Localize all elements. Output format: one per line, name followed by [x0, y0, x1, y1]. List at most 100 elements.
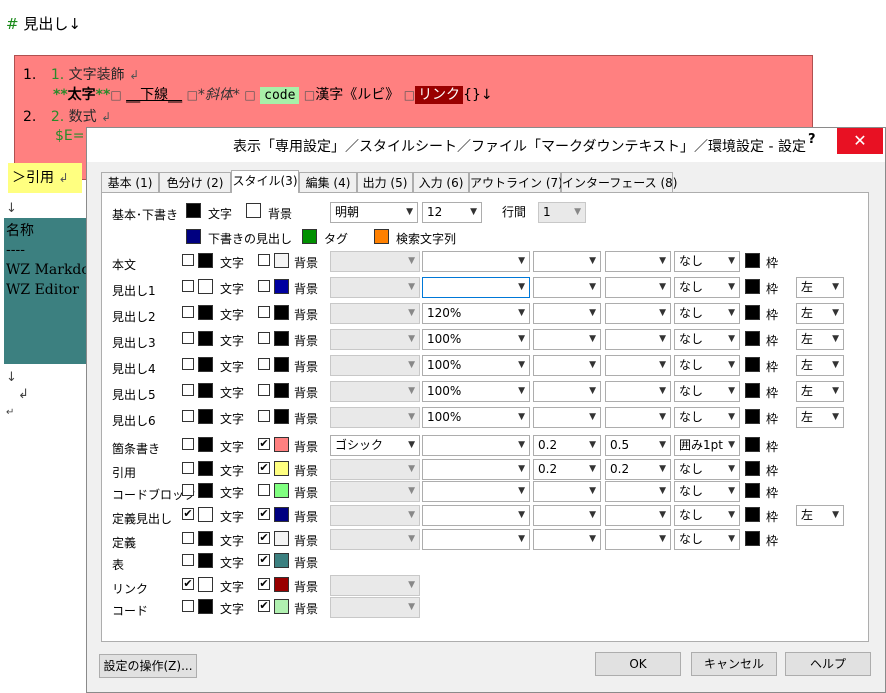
after-spacing-select[interactable]: ▼	[605, 277, 671, 298]
size-select[interactable]: 100% ▼	[422, 329, 530, 350]
after-spacing-select[interactable]: ▼	[605, 381, 671, 402]
frame-color-swatch[interactable]	[745, 531, 760, 546]
frame-color-swatch[interactable]	[745, 357, 760, 372]
tab-basic[interactable]: 基本 (1)	[101, 172, 159, 192]
after-spacing-select[interactable]: 0.2 ▼	[605, 459, 671, 480]
text-color-swatch[interactable]	[198, 531, 213, 546]
border-select[interactable]: なし ▼	[674, 407, 740, 428]
frame-color-swatch[interactable]	[745, 507, 760, 522]
text-enable-checkbox[interactable]	[182, 254, 194, 266]
base-size-select[interactable]: 12 ▼	[422, 202, 482, 223]
before-spacing-select[interactable]: ▼	[533, 481, 601, 502]
text-color-swatch[interactable]	[198, 279, 213, 294]
after-spacing-select[interactable]: ▼	[605, 251, 671, 272]
bg-color-swatch[interactable]	[274, 331, 289, 346]
bg-color-swatch[interactable]	[274, 553, 289, 568]
frame-color-swatch[interactable]	[745, 305, 760, 320]
align-select[interactable]: 左 ▼	[796, 381, 844, 402]
size-select[interactable]: 100% ▼	[422, 381, 530, 402]
bg-color-swatch[interactable]	[274, 577, 289, 592]
text-color-swatch[interactable]	[198, 461, 213, 476]
ok-button[interactable]: OK	[595, 652, 681, 676]
after-spacing-select[interactable]: ▼	[605, 529, 671, 550]
before-spacing-select[interactable]: ▼	[533, 329, 601, 350]
frame-color-swatch[interactable]	[745, 483, 760, 498]
after-spacing-select[interactable]: ▼	[605, 355, 671, 376]
text-enable-checkbox[interactable]	[182, 358, 194, 370]
frame-color-swatch[interactable]	[745, 383, 760, 398]
border-select[interactable]: なし ▼	[674, 529, 740, 550]
size-select[interactable]: ▼	[422, 481, 530, 502]
before-spacing-select[interactable]: ▼	[533, 381, 601, 402]
frame-color-swatch[interactable]	[745, 437, 760, 452]
text-color-swatch[interactable]	[198, 553, 213, 568]
after-spacing-select[interactable]: ▼	[605, 303, 671, 324]
bg-color-swatch[interactable]	[274, 409, 289, 424]
text-color-swatch[interactable]	[198, 409, 213, 424]
tab-interface[interactable]: インターフェース (8)	[561, 172, 678, 192]
help-icon[interactable]: ?	[808, 132, 816, 147]
border-select[interactable]: なし ▼	[674, 459, 740, 480]
before-spacing-select[interactable]: ▼	[533, 355, 601, 376]
border-select[interactable]: なし ▼	[674, 505, 740, 526]
bg-enable-checkbox[interactable]	[258, 254, 270, 266]
base-bg-color[interactable]	[246, 203, 261, 218]
bg-color-swatch[interactable]	[274, 383, 289, 398]
tab-edit[interactable]: 編集 (4)	[299, 172, 357, 192]
tab-output[interactable]: 出力 (5)	[357, 172, 413, 192]
help-button[interactable]: ヘルプ	[785, 652, 871, 676]
size-select[interactable]: 120% ▼	[422, 303, 530, 324]
after-spacing-select[interactable]: ▼	[605, 407, 671, 428]
bg-enable-checkbox[interactable]: ✔	[258, 438, 270, 450]
text-enable-checkbox[interactable]	[182, 410, 194, 422]
size-select[interactable]: ▼	[422, 529, 530, 550]
cancel-button[interactable]: キャンセル	[691, 652, 777, 676]
text-color-swatch[interactable]	[198, 507, 213, 522]
align-select[interactable]: 左 ▼	[796, 407, 844, 428]
bg-enable-checkbox[interactable]	[258, 484, 270, 496]
before-spacing-select[interactable]: 0.2 ▼	[533, 435, 601, 456]
text-color-swatch[interactable]	[198, 437, 213, 452]
close-button[interactable]: ✕	[837, 128, 883, 154]
text-enable-checkbox[interactable]	[182, 306, 194, 318]
before-spacing-select[interactable]: ▼	[533, 277, 601, 298]
tab-style[interactable]: スタイル(3)	[231, 170, 299, 193]
size-select[interactable]: ▼	[422, 459, 530, 480]
bg-enable-checkbox[interactable]: ✔	[258, 532, 270, 544]
font-select[interactable]: ゴシック ▼	[330, 435, 420, 456]
bg-color-swatch[interactable]	[274, 253, 289, 268]
bg-color-swatch[interactable]	[274, 437, 289, 452]
border-select[interactable]: なし ▼	[674, 277, 740, 298]
size-select[interactable]: ▼	[422, 435, 530, 456]
size-select[interactable]: ▼	[422, 277, 530, 298]
bg-color-swatch[interactable]	[274, 531, 289, 546]
frame-color-swatch[interactable]	[745, 461, 760, 476]
after-spacing-select[interactable]: 0.5 ▼	[605, 435, 671, 456]
bg-color-swatch[interactable]	[274, 279, 289, 294]
text-enable-checkbox[interactable]	[182, 600, 194, 612]
text-enable-checkbox[interactable]	[182, 532, 194, 544]
settings-ops-button[interactable]: 設定の操作(Z)...	[99, 654, 197, 678]
size-select[interactable]: 100% ▼	[422, 355, 530, 376]
after-spacing-select[interactable]: ▼	[605, 481, 671, 502]
tab-coloring[interactable]: 色分け (2)	[159, 172, 231, 192]
tab-outline[interactable]: アウトライン (7)	[469, 172, 563, 192]
text-enable-checkbox[interactable]: ✔	[182, 578, 194, 590]
bg-enable-checkbox[interactable]	[258, 384, 270, 396]
before-spacing-select[interactable]: ▼	[533, 505, 601, 526]
text-color-swatch[interactable]	[198, 305, 213, 320]
text-color-swatch[interactable]	[198, 483, 213, 498]
bg-enable-checkbox[interactable]	[258, 280, 270, 292]
border-select[interactable]: なし ▼	[674, 251, 740, 272]
frame-color-swatch[interactable]	[745, 279, 760, 294]
bg-enable-checkbox[interactable]	[258, 306, 270, 318]
before-spacing-select[interactable]: 0.2 ▼	[533, 459, 601, 480]
text-enable-checkbox[interactable]: ✔	[182, 508, 194, 520]
text-color-swatch[interactable]	[198, 383, 213, 398]
bg-enable-checkbox[interactable]	[258, 332, 270, 344]
base-font-select[interactable]: 明朝 ▼	[330, 202, 418, 223]
tag-color[interactable]	[302, 229, 317, 244]
tab-input[interactable]: 入力 (6)	[413, 172, 469, 192]
bg-enable-checkbox[interactable]: ✔	[258, 600, 270, 612]
bg-enable-checkbox[interactable]	[258, 358, 270, 370]
